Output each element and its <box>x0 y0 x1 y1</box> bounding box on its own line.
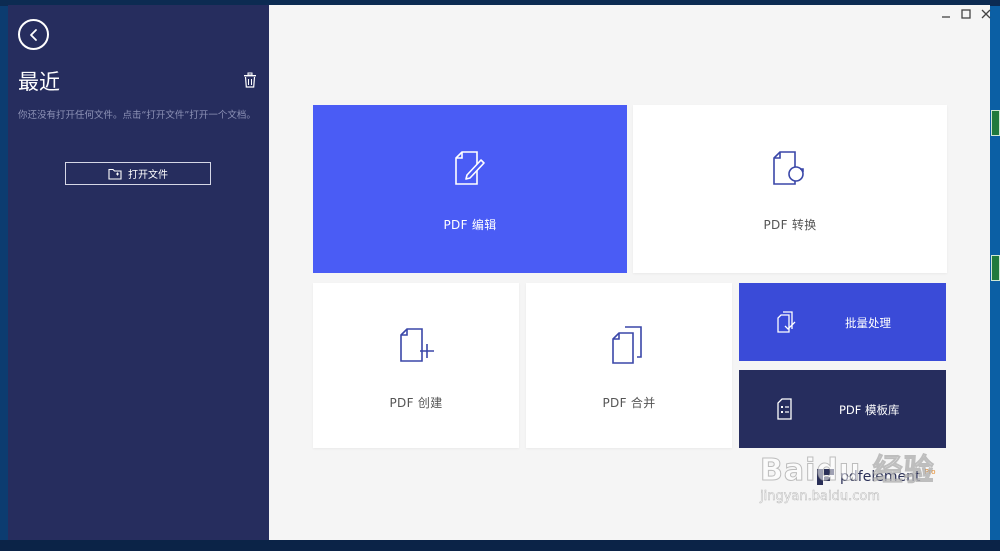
desktop-excel-icon[interactable] <box>991 255 1000 281</box>
batch-process-tile[interactable]: 批量处理 <box>739 283 946 361</box>
desktop-left-edge <box>0 6 8 540</box>
brand-pro-badge: Pro <box>924 468 936 476</box>
open-file-button[interactable]: 打开文件 <box>65 162 211 185</box>
folder-icon <box>108 168 122 180</box>
pdfelement-logo: pdfelement Pro <box>816 468 936 486</box>
recent-sidebar: 最近 你还没有打开任何文件。点击“打开文件”打开一个文档。 打开文件 <box>8 5 269 540</box>
pdf-create-tile[interactable]: PDF 创建 <box>313 283 519 448</box>
minimize-icon[interactable] <box>939 7 953 21</box>
pdfelement-mark-icon <box>817 469 834 485</box>
batch-process-label: 批量处理 <box>845 316 891 330</box>
brand-name: pdfelement <box>840 469 921 485</box>
pdf-edit-tile[interactable]: PDF 编辑 <box>313 105 627 273</box>
back-button[interactable] <box>18 19 49 50</box>
maximize-icon[interactable] <box>959 7 973 21</box>
combine-documents-icon <box>612 326 642 364</box>
pdf-template-tile[interactable]: PDF 模板库 <box>739 370 946 448</box>
edit-document-icon <box>455 151 485 185</box>
pdf-convert-label: PDF 转换 <box>763 218 817 232</box>
pdf-combine-label: PDF 合并 <box>602 396 656 410</box>
open-file-label: 打开文件 <box>128 170 168 181</box>
convert-document-icon <box>773 151 804 185</box>
template-document-icon <box>777 398 792 420</box>
pdf-template-label: PDF 模板库 <box>839 403 900 417</box>
pdf-edit-label: PDF 编辑 <box>443 218 497 232</box>
pdf-create-label: PDF 创建 <box>389 396 443 410</box>
pdf-combine-tile[interactable]: PDF 合并 <box>526 283 732 448</box>
app-window: 最近 你还没有打开任何文件。点击“打开文件”打开一个文档。 打开文件 PDF 编… <box>8 5 993 540</box>
desktop-taskbar-bottom <box>0 540 1000 551</box>
batch-document-icon <box>777 311 796 333</box>
trash-icon[interactable] <box>243 72 257 88</box>
empty-recent-message: 你还没有打开任何文件。点击“打开文件”打开一个文档。 <box>18 110 256 121</box>
desktop-excel-icon[interactable] <box>991 110 1000 136</box>
main-panel: PDF 编辑 PDF 转换 PDF 创建 PDF 合并 批量处理 PDF 模板库… <box>269 5 993 540</box>
pdf-convert-tile[interactable]: PDF 转换 <box>633 105 947 273</box>
close-icon[interactable] <box>979 7 993 21</box>
back-arrow-icon <box>29 28 37 41</box>
recent-title: 最近 <box>18 70 60 94</box>
create-document-icon <box>400 328 434 362</box>
